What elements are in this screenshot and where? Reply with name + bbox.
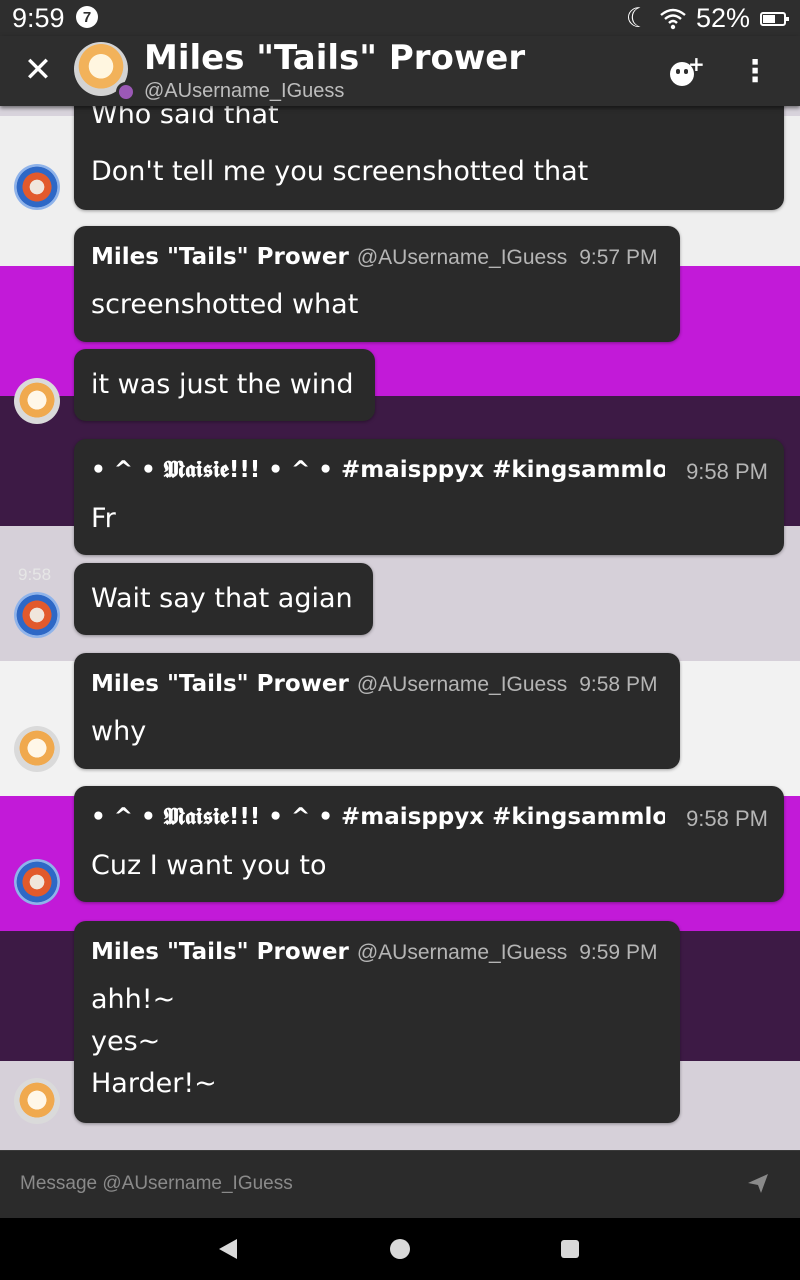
header-handle: @AUsername_IGuess — [144, 80, 345, 102]
message-text: yes~ — [91, 1026, 161, 1057]
message-timestamp: 9:58 PM — [686, 806, 768, 831]
message-handle: @AUsername_IGuess — [356, 941, 568, 964]
close-button[interactable]: ✕ — [22, 50, 54, 90]
send-button[interactable] — [744, 1171, 772, 1199]
add-friend-button[interactable]: + — [668, 52, 708, 90]
message-author[interactable]: Miles "Tails" Prower — [91, 671, 349, 697]
message-text: Don't tell me you screenshotted that — [91, 156, 589, 187]
message-text: screenshotted what — [91, 289, 359, 320]
message-timestamp: 9:58 PM — [686, 459, 768, 484]
message-header: Miles "Tails" Prower @AUsername_IGuess 9… — [91, 244, 663, 274]
battery-percent: 52% — [695, 3, 750, 33]
navigation-bar — [0, 1218, 800, 1280]
message-text: it was just the wind — [91, 369, 354, 400]
close-icon: ✕ — [23, 50, 53, 90]
message-timestamp: 9:59 PM — [579, 941, 658, 964]
status-time: 9:59 — [12, 3, 65, 33]
message-author[interactable]: Miles "Tails" Prower — [91, 244, 349, 270]
dm-header: ✕ Miles "Tails" Prower @AUsername_IGuess… — [0, 36, 800, 106]
message-text: Wait say that agian — [91, 583, 353, 614]
recents-icon[interactable] — [561, 1240, 579, 1258]
message-bubble[interactable]: Miles "Tails" Prower @AUsername_IGuess 9… — [74, 653, 680, 769]
message-input[interactable] — [20, 1169, 680, 1199]
message-timestamp: 9:58 PM — [579, 673, 658, 696]
message-handle: @AUsername_IGuess — [356, 246, 568, 269]
message-header: • ^ • 𝕸𝖆𝖎𝖘𝖎𝖊!!! • ^ • #maisppyx #kingsam… — [91, 457, 665, 487]
presence-indicator — [116, 82, 136, 102]
message-bubble[interactable]: Miles "Tails" Prower @AUsername_IGuess 9… — [74, 226, 680, 342]
message-header: Miles "Tails" Prower @AUsername_IGuess 9… — [91, 939, 663, 969]
message-author[interactable]: Miles "Tails" Prower — [91, 939, 349, 965]
battery-icon — [760, 11, 789, 26]
send-icon — [748, 1174, 768, 1193]
avatar[interactable] — [14, 592, 60, 638]
overflow-menu-icon: ⋮ — [740, 54, 770, 89]
message-text: Fr — [91, 503, 116, 534]
moon-icon: ☾ — [625, 3, 650, 33]
message-bubble[interactable]: Miles "Tails" Prower @AUsername_IGuess 9… — [74, 921, 680, 1123]
avatar[interactable] — [14, 726, 60, 772]
message-timestamp: 9:57 PM — [579, 246, 658, 269]
message-text: Cuz I want you to — [91, 850, 327, 881]
wifi-icon — [660, 8, 686, 29]
avatar[interactable] — [14, 378, 60, 424]
message-author[interactable]: • ^ • 𝕸𝖆𝖎𝖘𝖎𝖊!!! • ^ • #maisppyx #kingsam… — [91, 804, 665, 830]
avatar[interactable] — [14, 1078, 60, 1124]
message-bubble[interactable]: • ^ • 𝕸𝖆𝖎𝖘𝖎𝖊!!! • ^ • #maisppyx #kingsam… — [74, 786, 784, 902]
side-timestamp: 9:58 — [18, 565, 52, 584]
message-bubble[interactable]: it was just the wind — [74, 349, 375, 421]
avatar[interactable] — [14, 859, 60, 905]
message-bubble[interactable]: Wait say that agian — [74, 563, 373, 635]
message-composer — [0, 1150, 800, 1218]
page-title: Miles "Tails" Prower — [144, 38, 526, 78]
overflow-menu-button[interactable]: ⋮ — [740, 54, 770, 90]
home-icon[interactable] — [390, 1239, 410, 1259]
message-text: Harder!~ — [91, 1068, 217, 1099]
message-header: Miles "Tails" Prower @AUsername_IGuess 9… — [91, 671, 663, 701]
message-handle: @AUsername_IGuess — [356, 673, 568, 696]
message-header: • ^ • 𝕸𝖆𝖎𝖘𝖎𝖊!!! • ^ • #maisppyx #kingsam… — [91, 804, 665, 834]
message-text: why — [91, 716, 147, 747]
avatar[interactable] — [14, 164, 60, 210]
message-bubble[interactable]: • ^ • 𝕸𝖆𝖎𝖘𝖎𝖊!!! • ^ • #maisppyx #kingsam… — [74, 439, 784, 555]
status-bar: 9:59 7 ☾ 52% — [0, 0, 800, 36]
message-author[interactable]: • ^ • 𝕸𝖆𝖎𝖘𝖎𝖊!!! • ^ • #maisppyx #kingsam… — [91, 457, 665, 483]
message-text: ahh!~ — [91, 984, 176, 1015]
notification-badge: 7 — [76, 6, 98, 28]
back-icon[interactable] — [219, 1239, 237, 1259]
